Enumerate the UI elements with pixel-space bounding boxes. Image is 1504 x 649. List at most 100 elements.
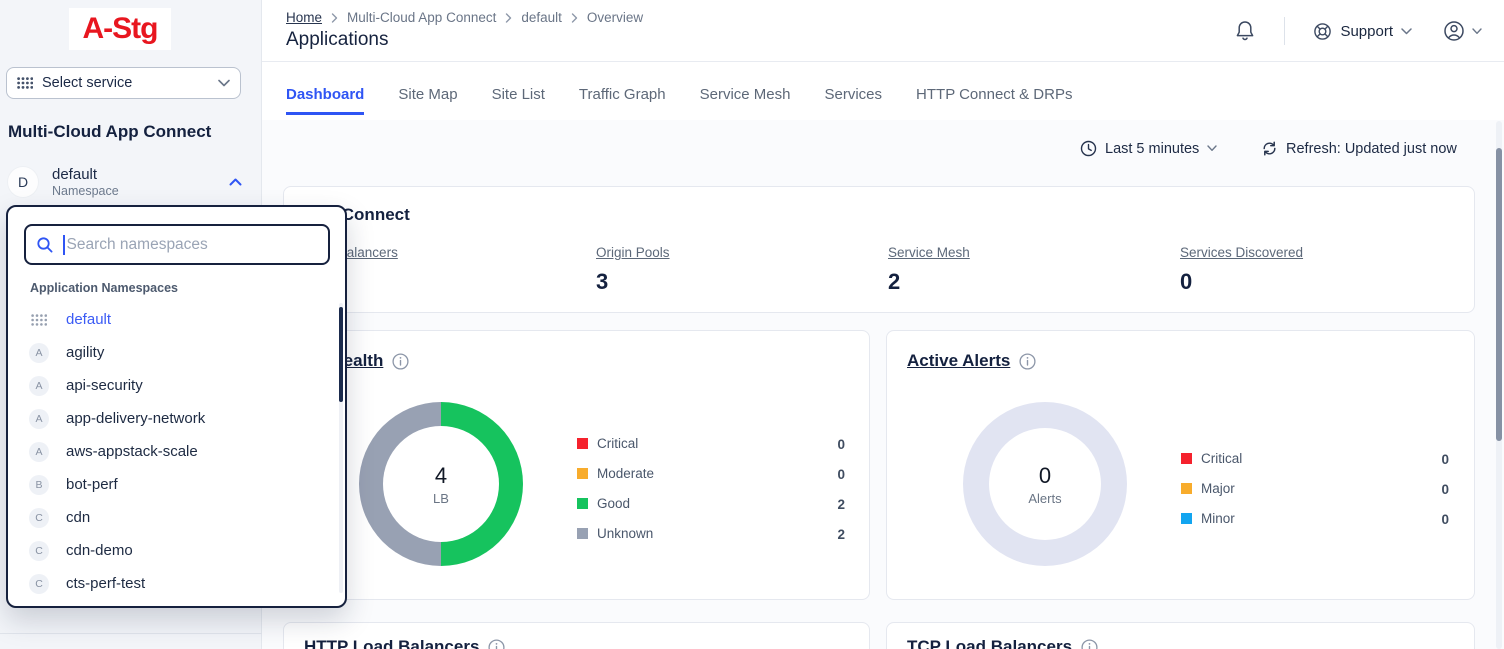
namespace-avatar: D — [8, 167, 38, 197]
namespace-item-label: aws-appstack-scale — [66, 443, 198, 460]
legend-label: Minor — [1201, 511, 1235, 526]
donut-center-value: 0 — [1039, 463, 1051, 489]
namespace-item[interactable]: C cts-perf-test — [8, 567, 338, 600]
breadcrumb-item[interactable]: Overview — [587, 10, 643, 25]
namespace-item[interactable]: A agility — [8, 336, 338, 369]
legend-row: Minor — [1181, 511, 1235, 526]
legend-label: Major — [1201, 481, 1235, 496]
namespace-item[interactable]: C cdn — [8, 501, 338, 534]
legend-swatch — [577, 438, 588, 449]
namespace-item[interactable]: A app-delivery-network — [8, 402, 338, 435]
legend-label: Critical — [1201, 451, 1242, 466]
breadcrumb: Home Multi-Cloud App Connect default Ove… — [286, 10, 643, 25]
legend-value: 0 — [1441, 452, 1449, 467]
metric-origin-pools: Origin Pools 3 — [596, 244, 866, 295]
info-icon[interactable] — [1081, 639, 1098, 649]
namespace-search-input[interactable]: Search namespaces — [24, 224, 330, 265]
legend-value: 0 — [1441, 512, 1449, 527]
breadcrumb-home[interactable]: Home — [286, 10, 322, 25]
legend-value: 2 — [837, 497, 845, 512]
donut-center-label: LB — [433, 491, 449, 506]
dropdown-scrollbar-thumb[interactable] — [339, 307, 343, 402]
legend-row: Good — [577, 496, 630, 511]
support-menu[interactable]: Support — [1313, 22, 1412, 41]
legend-label: Critical — [597, 436, 638, 451]
legend-swatch — [577, 498, 588, 509]
breadcrumb-item[interactable]: default — [521, 10, 562, 25]
namespace-initial-avatar: B — [29, 475, 49, 495]
namespace-item[interactable]: A aws-appstack-scale — [8, 435, 338, 468]
support-label: Support — [1340, 23, 1393, 40]
metric-label-link[interactable]: Origin Pools — [596, 245, 670, 260]
page-scrollbar-thumb[interactable] — [1496, 148, 1502, 441]
namespace-item[interactable]: C cdn-demo — [8, 534, 338, 567]
namespace-item-label: app-delivery-network — [66, 410, 205, 427]
time-range-label: Last 5 minutes — [1105, 141, 1199, 157]
namespace-selector[interactable]: D default Namespace — [0, 158, 262, 206]
tab-service-mesh[interactable]: Service Mesh — [700, 86, 791, 112]
waffle-grid-icon — [31, 314, 47, 326]
tab-traffic-graph[interactable]: Traffic Graph — [579, 86, 666, 112]
metric-label-link[interactable]: Service Mesh — [888, 245, 970, 260]
legend-value: 0 — [1441, 482, 1449, 497]
page-title: Applications — [286, 29, 388, 51]
namespace-initial-avatar: A — [29, 343, 49, 363]
search-icon — [36, 236, 54, 254]
tab-http-connect-drps[interactable]: HTTP Connect & DRPs — [916, 86, 1072, 112]
namespace-item[interactable]: B bot-perf — [8, 468, 338, 501]
lb-health-card: LB Health 4 LB Critical 0 Moderate 0 Goo… — [283, 330, 870, 600]
http-lb-title[interactable]: HTTP Load Balancers — [304, 637, 479, 649]
legend-label: Moderate — [597, 466, 654, 481]
metric-label-link[interactable]: Services Discovered — [1180, 245, 1303, 260]
notifications-bell-icon[interactable] — [1234, 19, 1256, 43]
active-alerts-title[interactable]: Active Alerts — [907, 351, 1010, 371]
chevron-down-icon — [1401, 28, 1412, 35]
refresh-status-label: Refresh: Updated just now — [1286, 141, 1457, 157]
info-icon[interactable] — [1019, 353, 1036, 370]
select-service-label: Select service — [42, 75, 132, 91]
tcp-lb-title[interactable]: TCP Load Balancers — [907, 637, 1072, 649]
namespace-item-label: api-security — [66, 377, 143, 394]
tab-dashboard[interactable]: Dashboard — [286, 86, 364, 115]
metric-services-discovered: Services Discovered 0 — [1180, 244, 1450, 295]
namespace-initial-avatar: A — [29, 376, 49, 396]
select-service-dropdown[interactable]: Select service — [6, 67, 241, 99]
search-placeholder: Search namespaces — [67, 236, 208, 254]
namespace-initial-avatar: A — [29, 409, 49, 429]
info-icon[interactable] — [488, 639, 505, 649]
namespace-item-label: cdn-demo — [66, 542, 133, 559]
breadcrumb-item[interactable]: Multi-Cloud App Connect — [347, 10, 496, 25]
top-header: Home Multi-Cloud App Connect default Ove… — [262, 0, 1504, 62]
life-ring-icon — [1313, 22, 1332, 41]
chevron-up-icon[interactable] — [229, 178, 242, 186]
app-root: A-Stg Select service Multi-Cloud App Con… — [0, 0, 1504, 649]
tab-services[interactable]: Services — [825, 86, 883, 112]
legend-value: 2 — [837, 527, 845, 542]
namespace-item-label: cts-perf-test — [66, 575, 145, 592]
legend-swatch — [1181, 513, 1192, 524]
namespace-group-label: Application Namespaces — [30, 281, 178, 295]
tab-site-map[interactable]: Site Map — [398, 86, 457, 112]
refresh-button[interactable]: Refresh: Updated just now — [1261, 140, 1457, 157]
namespace-item-label: bot-perf — [66, 476, 118, 493]
time-range-dropdown[interactable]: Last 5 minutes — [1080, 140, 1217, 157]
metric-value: 0 — [1180, 269, 1450, 295]
refresh-icon — [1261, 140, 1278, 157]
namespace-item[interactable]: A api-security — [8, 369, 338, 402]
namespace-item-default[interactable]: default — [8, 303, 338, 336]
legend-row: Moderate — [577, 466, 654, 481]
brand-logo: A-Stg — [69, 8, 171, 50]
info-icon[interactable] — [392, 353, 409, 370]
account-menu[interactable] — [1442, 19, 1482, 43]
legend-label: Good — [597, 496, 630, 511]
namespace-item-label: default — [66, 311, 111, 328]
legend-value: 0 — [837, 467, 845, 482]
namespace-item-label: agility — [66, 344, 104, 361]
namespace-dropdown-panel: Search namespaces Application Namespaces… — [6, 205, 347, 608]
metric-value: 2 — [888, 269, 1158, 295]
namespace-initial-avatar: C — [29, 574, 49, 594]
legend-row: Unknown — [577, 526, 653, 541]
tab-site-list[interactable]: Site List — [492, 86, 545, 112]
product-title: Multi-Cloud App Connect — [8, 122, 211, 142]
chevron-down-icon — [1472, 28, 1482, 35]
